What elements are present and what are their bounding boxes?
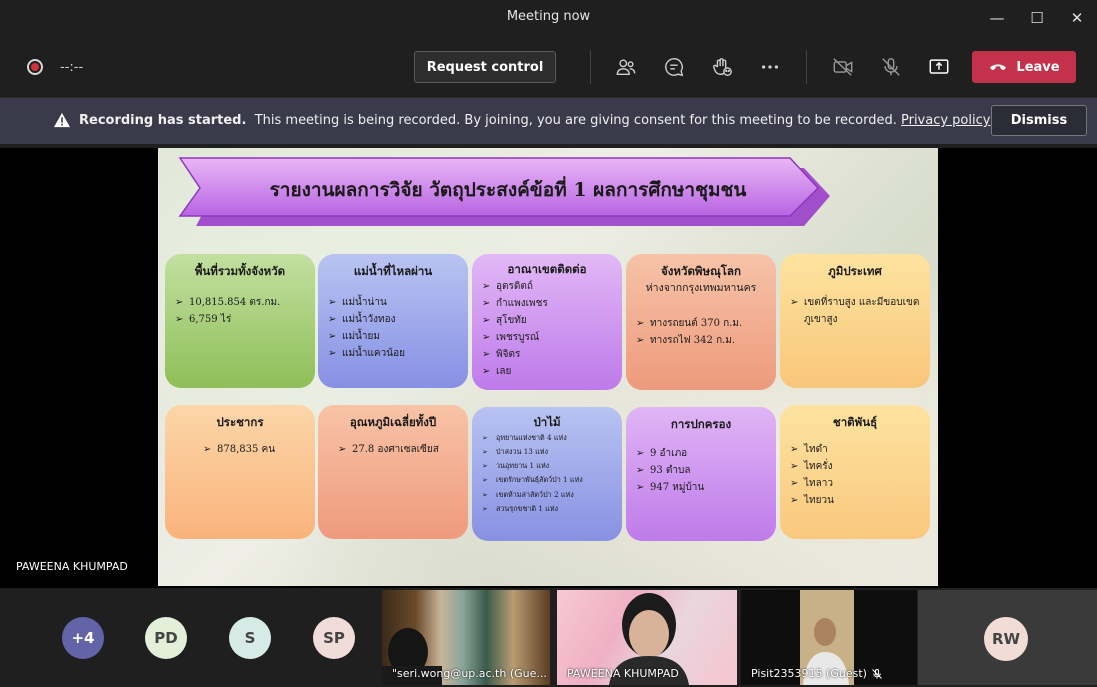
recording-banner: Recording has started. This meeting is b… xyxy=(0,98,1097,144)
video-tile-name: PAWEENA KHUMPAD xyxy=(567,667,679,680)
list-item: ไทครั่ง xyxy=(788,458,922,475)
title-bar: Meeting now — ☐ ✕ xyxy=(0,0,1097,36)
list-item: เลย xyxy=(480,363,614,380)
card-title: การปกครอง xyxy=(670,417,732,431)
toolbar-divider xyxy=(806,50,807,84)
card-temperature: อุณหภูมิเฉลี่ยทั้งปี 27.8 องศาเซลเซียส xyxy=(318,405,468,539)
list-item: อุทยานแห่งชาติ 4 แห่ง xyxy=(480,431,614,445)
mic-off-icon[interactable] xyxy=(877,53,905,81)
avatar: RW xyxy=(984,617,1028,661)
card-title: ภูมิประเทศ xyxy=(828,264,882,278)
privacy-policy-link[interactable]: Privacy policy xyxy=(901,113,990,128)
card-subtitle: ห่างจากกรุงเทพมหานคร xyxy=(645,282,757,295)
list-item: พิจิตร xyxy=(480,346,614,363)
shared-slide: รายงานผลการวิจัย วัตถุประสงค์ข้อที่ 1 ผล… xyxy=(158,148,938,586)
card-title: ป่าไม้ xyxy=(533,415,561,429)
list-item: 10,815.854 ตร.กม. xyxy=(173,294,307,311)
camera-off-icon[interactable] xyxy=(829,53,857,81)
close-window-button[interactable]: ✕ xyxy=(1062,6,1092,30)
avatar[interactable]: S xyxy=(229,617,271,659)
card-title: ชาติพันธุ์ xyxy=(832,415,878,429)
list-item: อุตรดิตถ์ xyxy=(480,278,614,295)
card-area: พื้นที่รวมทั้งจังหวัด 10,815.854 ตร.กม. … xyxy=(165,254,315,388)
slide-title: รายงานผลการวิจัย วัตถุประสงค์ข้อที่ 1 ผล… xyxy=(269,179,747,201)
recording-notice: Recording has started. This meeting is b… xyxy=(79,113,990,128)
list-item: 9 อำเภอ xyxy=(634,445,768,462)
card-population: ประชากร 878,835 คน xyxy=(165,405,315,539)
participant-strip: +4 PD S SP "seri.wong@up.ac.th (Gue... P… xyxy=(0,588,1097,687)
recording-notice-title: Recording has started. xyxy=(79,113,247,128)
list-item: เพชรบูรณ์ xyxy=(480,329,614,346)
shared-content-stage: รายงานผลการวิจัย วัตถุประสงค์ข้อที่ 1 ผล… xyxy=(0,148,1097,588)
maximize-button[interactable]: ☐ xyxy=(1022,6,1052,30)
video-tile[interactable]: "seri.wong@up.ac.th (Gue... xyxy=(382,590,550,685)
recording-indicator-icon xyxy=(27,59,43,75)
window-title: Meeting now xyxy=(506,9,591,24)
card-borders: อาณาเขตติดต่อ อุตรดิตถ์ กำแพงเพชร สุโขทั… xyxy=(472,254,622,390)
avatar[interactable]: PD xyxy=(145,617,187,659)
list-item: วนอุทยาน 1 แห่ง xyxy=(480,459,614,473)
presenter-name: PAWEENA KHUMPAD xyxy=(16,560,128,573)
list-item: กำแพงเพชร xyxy=(480,295,614,312)
request-control-button[interactable]: Request control xyxy=(414,51,556,83)
reactions-icon[interactable] xyxy=(708,53,736,81)
list-item: สุโขทัย xyxy=(480,312,614,329)
list-item: ไทยวน xyxy=(788,492,922,509)
meeting-timer: --:-- xyxy=(60,60,84,75)
list-item: 947 หมู่บ้าน xyxy=(634,479,768,496)
minimize-button[interactable]: — xyxy=(982,6,1012,30)
avatar[interactable]: SP xyxy=(313,617,355,659)
list-item: ป่าสงวน 13 แห่ง xyxy=(480,445,614,459)
list-item: เขตที่ราบสูง และมีขอบเขตภูเขาสูง xyxy=(788,294,922,328)
card-rivers: แม่น้ำที่ไหลผ่าน แม่น้ำน่าน แม่น้ำวังทอง… xyxy=(318,254,468,388)
more-options-icon[interactable] xyxy=(756,53,784,81)
list-item: ทางรถยนต์ 370 ก.ม. xyxy=(634,315,768,332)
leave-label: Leave xyxy=(1016,59,1060,75)
list-item: 878,835 คน xyxy=(201,441,307,458)
list-item: แม่น้ำน่าน xyxy=(326,294,460,311)
meeting-toolbar: --:-- Request control Leave xyxy=(0,36,1097,98)
video-tile[interactable]: PAWEENA KHUMPAD xyxy=(557,590,737,685)
participants-icon[interactable] xyxy=(612,53,640,81)
card-title: อุณหภูมิเฉลี่ยทั้งปี xyxy=(349,415,437,429)
dismiss-button[interactable]: Dismiss xyxy=(991,105,1087,136)
card-administration: การปกครอง 9 อำเภอ 93 ตำบล 947 หมู่บ้าน xyxy=(626,407,776,541)
list-item: เขตรักษาพันธุ์สัตว์ป่า 1 แห่ง xyxy=(480,473,614,487)
list-item: แม่น้ำวังทอง xyxy=(326,311,460,328)
chat-icon[interactable] xyxy=(660,53,688,81)
list-item: แม่น้ำแควน้อย xyxy=(326,345,460,362)
card-ethnicity: ชาติพันธุ์ ไทดำ ไทครั่ง ไทลาว ไทยวน xyxy=(780,405,930,539)
share-screen-icon[interactable] xyxy=(925,53,953,81)
list-item: ไทดำ xyxy=(788,441,922,458)
card-province: จังหวัดพิษณุโลก ห่างจากกรุงเทพมหานคร ทาง… xyxy=(626,254,776,390)
phone-hangup-icon xyxy=(990,64,1007,71)
recording-notice-message: This meeting is being recorded. By joini… xyxy=(254,113,897,128)
leave-button[interactable]: Leave xyxy=(972,51,1076,83)
card-title: พื้นที่รวมทั้งจังหวัด xyxy=(194,264,286,278)
list-item: 27.8 องศาเซลเซียส xyxy=(336,441,460,458)
card-title: แม่น้ำที่ไหลผ่าน xyxy=(353,264,433,278)
list-item: 6,759 ไร่ xyxy=(173,311,307,328)
list-item: ไทลาว xyxy=(788,475,922,492)
list-item: ทางรถไฟ 342 ก.ม. xyxy=(634,332,768,349)
card-terrain: ภูมิประเทศ เขตที่ราบสูง และมีขอบเขตภูเขา… xyxy=(780,254,930,388)
video-tile[interactable]: RW xyxy=(918,590,1097,685)
video-tile-name: "seri.wong@up.ac.th (Gue... xyxy=(392,667,547,680)
more-participants-avatar[interactable]: +4 xyxy=(62,617,104,659)
toolbar-divider xyxy=(590,50,591,84)
muted-mic-icon xyxy=(872,669,882,679)
list-item: เขตห้ามล่าสัตว์ป่า 2 แห่ง xyxy=(480,488,614,502)
warning-icon xyxy=(54,112,70,128)
card-title: จังหวัดพิษณุโลก xyxy=(661,264,741,278)
video-tile-name: Pisit2353915 (Guest) xyxy=(751,667,867,680)
card-title: ประชากร xyxy=(216,415,264,429)
list-item: สวนรุกขชาติ 1 แห่ง xyxy=(480,502,614,516)
video-tile[interactable]: Pisit2353915 (Guest) xyxy=(741,590,917,685)
list-item: แม่น้ำยม xyxy=(326,328,460,345)
card-forests: ป่าไม้ อุทยานแห่งชาติ 4 แห่ง ป่าสงวน 13 … xyxy=(472,407,622,541)
card-title: อาณาเขตติดต่อ xyxy=(507,262,587,276)
list-item: 93 ตำบล xyxy=(634,462,768,479)
